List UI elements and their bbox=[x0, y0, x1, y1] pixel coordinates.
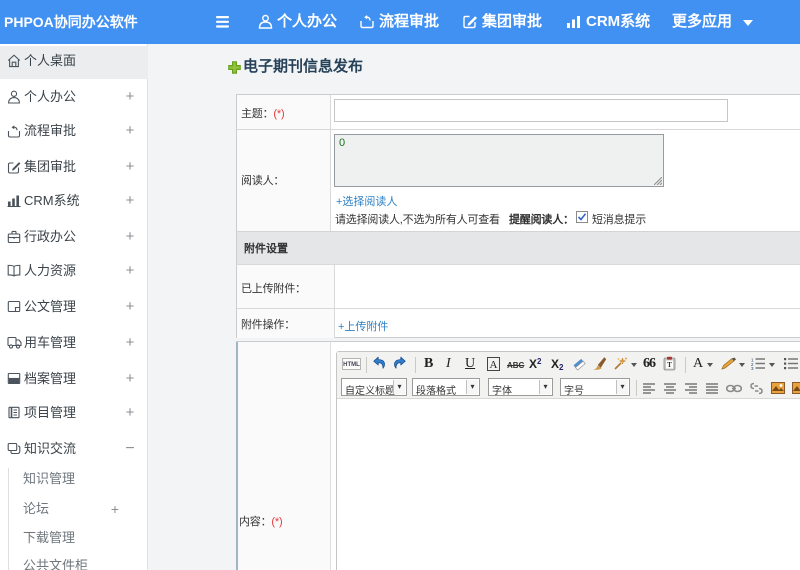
svg-text:3: 3 bbox=[751, 366, 754, 370]
svg-text:T: T bbox=[667, 360, 672, 369]
